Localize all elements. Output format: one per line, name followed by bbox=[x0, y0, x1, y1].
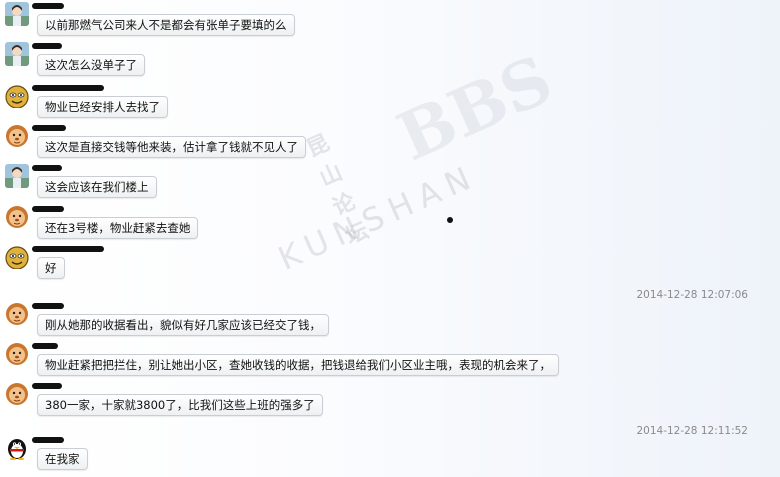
message-bubble: 还在3号楼，物业赶紧去查她 bbox=[37, 217, 199, 239]
redacted-username bbox=[32, 246, 104, 252]
redacted-username bbox=[32, 125, 66, 131]
message-bubble: 这会应该在我们楼上 bbox=[37, 176, 157, 198]
redacted-username bbox=[32, 437, 64, 443]
girl-photo-avatar[interactable] bbox=[5, 42, 29, 66]
chat-message: 刚从她那的收据看出，貌似有好几家应该已经交了钱， bbox=[0, 302, 780, 342]
message-bubble: 这次怎么没单子了 bbox=[37, 54, 145, 76]
lion-cartoon-avatar[interactable] bbox=[5, 382, 29, 406]
penguin-avatar[interactable] bbox=[5, 436, 29, 460]
redacted-username bbox=[32, 206, 64, 212]
lion-cartoon-avatar[interactable] bbox=[5, 302, 29, 326]
chat-message: 380一家，十家就3800了，比我们这些上班的强多了 bbox=[0, 382, 780, 422]
chat-message: 还在3号楼，物业赶紧去查她 bbox=[0, 205, 780, 245]
cartoon-face-avatar[interactable] bbox=[5, 84, 29, 108]
message-bubble: 380一家，十家就3800了，比我们这些上班的强多了 bbox=[37, 394, 323, 416]
redacted-username bbox=[32, 383, 62, 389]
message-bubble: 这次是直接交钱等他来装，估计拿了钱就不见人了 bbox=[37, 136, 306, 158]
chat-message: 这次是直接交钱等他来装，估计拿了钱就不见人了 bbox=[0, 124, 780, 164]
lion-cartoon-avatar[interactable] bbox=[5, 342, 29, 366]
redacted-username bbox=[32, 343, 58, 349]
lion-cartoon-avatar[interactable] bbox=[5, 205, 29, 229]
chat-message: 这次怎么没单子了 bbox=[0, 42, 780, 82]
redacted-username bbox=[32, 165, 62, 171]
message-bubble: 刚从她那的收据看出，貌似有好几家应该已经交了钱， bbox=[37, 314, 329, 336]
message-bubble: 物业赶紧把把拦住，别让她出小区，查她收钱的收据，把钱退给我们小区业主哦，表现的机… bbox=[37, 354, 559, 376]
chat-message: 这会应该在我们楼上 bbox=[0, 164, 780, 204]
redacted-username bbox=[32, 3, 64, 9]
girl-photo-avatar[interactable] bbox=[5, 164, 29, 188]
chat-message: 好 bbox=[0, 245, 780, 285]
message-bubble: 好 bbox=[37, 257, 65, 279]
redacted-username bbox=[32, 303, 64, 309]
girl-photo-avatar[interactable] bbox=[5, 2, 29, 26]
chat-message: 物业赶紧把把拦住，别让她出小区，查她收钱的收据，把钱退给我们小区业主哦，表现的机… bbox=[0, 342, 780, 382]
message-bubble: 以前那燃气公司来人不是都会有张单子要填的么 bbox=[37, 14, 295, 36]
message-bubble: 在我家 bbox=[37, 448, 88, 470]
message-bubble: 物业已经安排人去找了 bbox=[37, 96, 168, 118]
cartoon-face-avatar[interactable] bbox=[5, 245, 29, 269]
redacted-username bbox=[32, 85, 104, 91]
chat-message: 以前那燃气公司来人不是都会有张单子要填的么 bbox=[0, 2, 780, 42]
chat-message: 在我家 bbox=[0, 436, 780, 476]
timestamp-divider: 2014-12-28 12:07:06 bbox=[636, 289, 748, 301]
redacted-username bbox=[32, 43, 62, 49]
lion-cartoon-avatar[interactable] bbox=[5, 124, 29, 148]
chat-message: 物业已经安排人去找了 bbox=[0, 84, 780, 124]
